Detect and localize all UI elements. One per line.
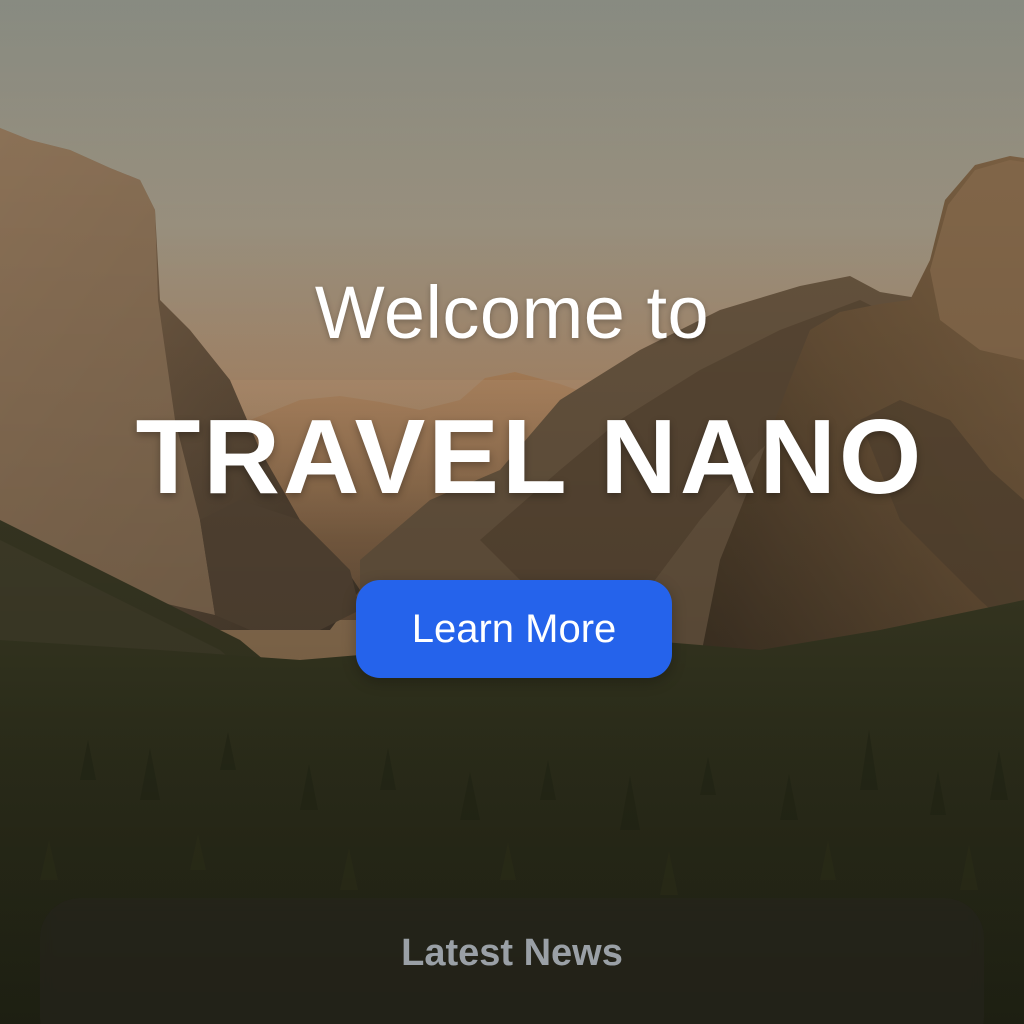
- latest-news-panel[interactable]: Latest News: [40, 898, 984, 1024]
- learn-more-button[interactable]: Learn More: [356, 580, 672, 678]
- welcome-heading: Welcome to: [314, 271, 710, 354]
- latest-news-title: Latest News: [401, 932, 623, 974]
- hero-section: Welcome to TRAVEL NANO Learn More Latest…: [0, 0, 1024, 1024]
- brand-title: TRAVEL NANO: [135, 398, 925, 516]
